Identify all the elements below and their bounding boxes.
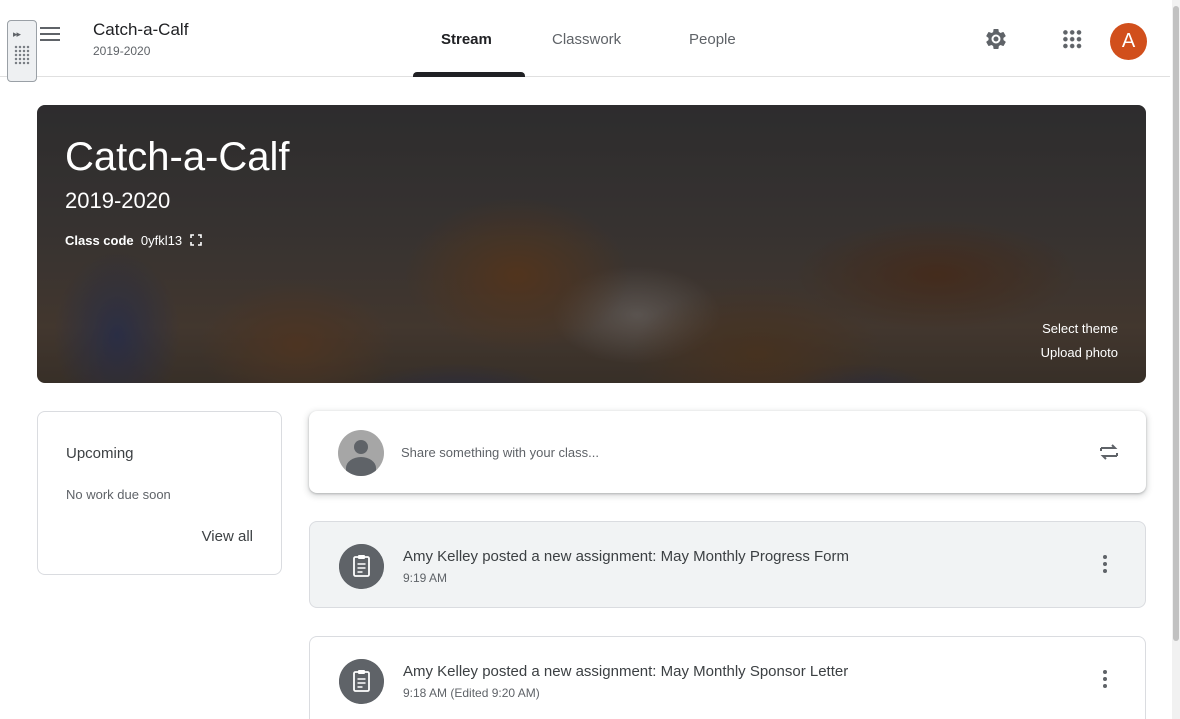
more-options-icon[interactable] [1103,670,1107,688]
post-timestamp: 9:19 AM [403,571,448,585]
reuse-post-icon[interactable] [1098,439,1120,465]
stream-post[interactable]: Amy Kelley posted a new assignment: May … [309,636,1146,719]
class-code-value: 0yfkl13 [140,233,183,248]
assignment-icon [339,544,384,589]
more-options-icon[interactable] [1103,555,1107,573]
grip-dots-icon [14,45,30,65]
fullscreen-icon[interactable] [189,234,202,246]
share-placeholder[interactable]: Share something with your class... [401,445,599,460]
class-section: 2019-2020 [93,44,151,58]
post-title[interactable]: Amy Kelley posted a new assignment: May … [403,548,849,565]
banner-class-title: Catch-a-Calf [65,135,290,179]
page-scrollbar[interactable] [1172,0,1180,719]
stream-post[interactable]: Amy Kelley posted a new assignment: May … [309,521,1146,608]
expand-arrows-icon: ▸▸ [13,29,21,39]
class-code-label: Class code [65,233,134,248]
upcoming-heading: Upcoming [66,445,134,462]
share-announcement-box[interactable]: Share something with your class... [309,411,1146,493]
select-theme-link[interactable]: Select theme [1042,321,1118,336]
apps-grid-icon[interactable] [1062,29,1082,49]
user-avatar [338,430,384,476]
settings-icon[interactable] [984,27,1008,51]
class-code: Class code 0yfkl13 [65,233,202,248]
active-tab-indicator [413,72,525,77]
view-all-link[interactable]: View all [202,528,253,545]
assignment-icon [339,659,384,704]
upload-photo-link[interactable]: Upload photo [1041,345,1118,360]
menu-icon[interactable] [40,27,60,43]
upcoming-card: Upcoming No work due soon View all [37,411,282,575]
tab-stream[interactable]: Stream [441,31,492,48]
extension-side-tab[interactable]: ▸▸ [7,20,37,82]
post-timestamp: 9:18 AM (Edited 9:20 AM) [403,686,540,700]
upcoming-empty-text: No work due soon [66,487,171,502]
class-banner: Catch-a-Calf 2019-2020 Class code 0yfkl1… [37,105,1146,383]
banner-class-section: 2019-2020 [65,188,171,213]
class-title[interactable]: Catch-a-Calf [93,20,188,40]
account-avatar[interactable]: A [1110,23,1147,60]
post-title[interactable]: Amy Kelley posted a new assignment: May … [403,663,848,680]
tab-classwork[interactable]: Classwork [552,31,621,48]
scrollbar-thumb[interactable] [1173,6,1179,641]
top-app-bar: ▸▸ Catch-a-Calf 2019-2020 Stream Classwo… [0,0,1170,82]
tab-people[interactable]: People [689,31,736,48]
